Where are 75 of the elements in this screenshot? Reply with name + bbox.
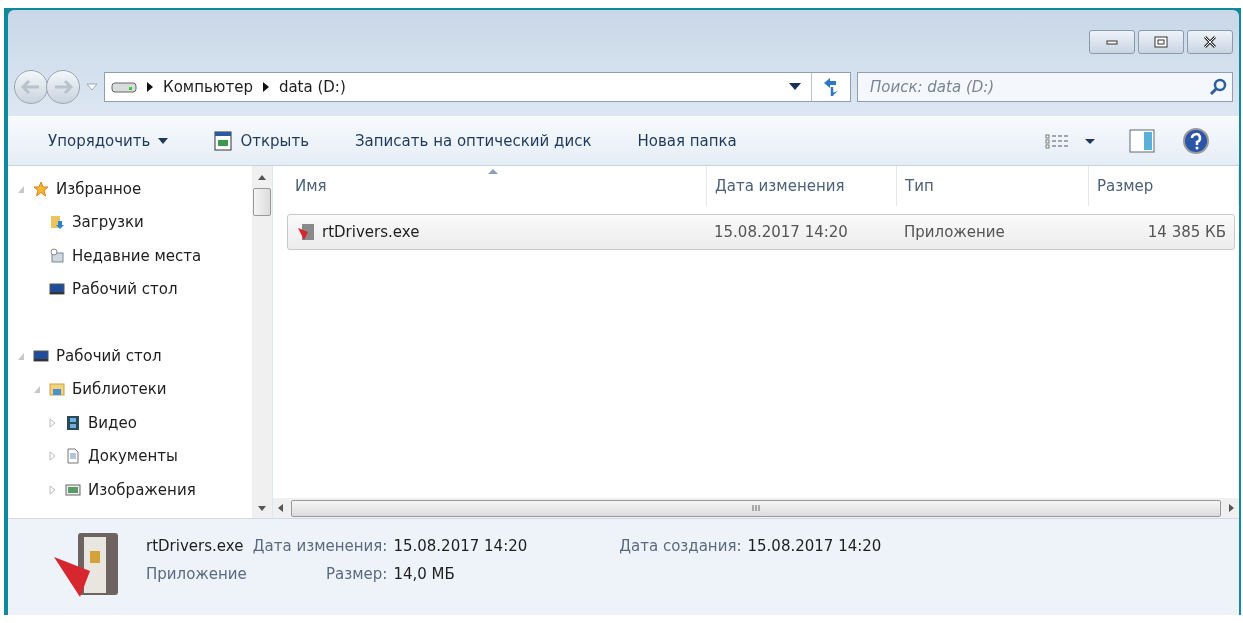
breadcrumb[interactable]: Компьютер — [163, 78, 253, 96]
file-name: rtDrivers.exe — [322, 223, 420, 241]
field-value: 15.08.2017 14:20 — [393, 537, 528, 555]
column-header[interactable]: Дата изменения — [707, 166, 897, 206]
table-cell-text: Приложение — [903, 223, 1006, 241]
column-header[interactable]: Тип — [897, 166, 1089, 206]
close-icon — [1203, 35, 1217, 49]
scroll-up-icon[interactable] — [257, 174, 267, 182]
preview-pane-icon[interactable] — [1129, 129, 1155, 153]
file-name: rtDrivers.exe — [146, 537, 245, 555]
scroll-right-icon[interactable] — [1227, 503, 1235, 513]
scroll-thumb[interactable] — [253, 188, 271, 216]
vertical-scrollbar[interactable] — [252, 166, 272, 518]
toolbar-button[interactable]: Записать на оптический диск — [355, 128, 592, 154]
field-value: 14,0 МБ — [393, 565, 456, 583]
scroll-down-icon[interactable] — [257, 504, 267, 512]
caret-icon — [158, 138, 169, 144]
search-field[interactable]: Поиск: data (D:) — [857, 72, 1233, 102]
document-icon — [64, 448, 82, 465]
star-icon — [32, 180, 50, 197]
image-icon — [64, 481, 82, 498]
breadcrumb[interactable]: data (D:) — [278, 78, 346, 96]
toolbar-button[interactable]: Новая папка — [637, 128, 737, 154]
sort-arrow-icon — [487, 168, 499, 174]
scroll-left-icon[interactable] — [277, 503, 285, 513]
tree-item[interactable]: Изображения — [88, 480, 196, 499]
chevron-icon — [262, 82, 269, 92]
maximize-icon — [1154, 36, 1168, 48]
collapsed-arrow-icon[interactable] — [49, 417, 57, 428]
column-header[interactable]: Размер — [1089, 166, 1239, 206]
maximize-button[interactable] — [1138, 30, 1184, 54]
field-label: Дата изменения: — [252, 537, 388, 555]
chevron-icon — [147, 82, 153, 92]
file-type: Приложение — [146, 565, 247, 583]
table-cell-text: 14 385 КБ — [1146, 223, 1227, 241]
window-icon — [214, 131, 233, 151]
field-label: Размер: — [325, 565, 388, 583]
drive-icon — [111, 81, 137, 93]
tree-item[interactable]: Рабочий стол — [56, 346, 162, 365]
help-icon[interactable] — [1183, 128, 1209, 154]
tree-item[interactable]: Недавние места — [72, 246, 202, 265]
minimize-button[interactable] — [1089, 30, 1135, 54]
tree-item[interactable]: Документы — [88, 447, 178, 466]
collapsed-arrow-icon[interactable] — [49, 484, 57, 495]
expanded-arrow-icon[interactable] — [33, 384, 41, 395]
desktop-icon — [32, 347, 50, 364]
dropdown-arrow-icon[interactable] — [789, 83, 801, 91]
address-bar[interactable]: Компьютер data (D:) — [104, 72, 851, 102]
minimize-icon — [1106, 39, 1118, 45]
field-value: 15.08.2017 14:20 — [747, 537, 882, 555]
close-button[interactable] — [1187, 30, 1233, 54]
collapsed-arrow-icon[interactable] — [49, 451, 57, 462]
right-arrow-icon — [53, 80, 73, 94]
tree-item[interactable]: Рабочий стол — [72, 280, 178, 299]
open-button[interactable]: Открыть — [214, 127, 309, 155]
video-icon — [64, 414, 82, 431]
organize-menu[interactable]: Упорядочить — [48, 128, 169, 154]
installer-icon — [296, 222, 316, 242]
field-label: Дата создания: — [619, 537, 742, 555]
grip-icon — [751, 504, 761, 512]
desktop-icon — [48, 281, 66, 298]
tree-item[interactable]: Загрузки — [72, 213, 144, 232]
table-cell-text: 15.08.2017 14:20 — [713, 223, 849, 241]
tree-item[interactable]: Библиотеки — [72, 380, 167, 399]
horizontal-scrollbar[interactable] — [273, 498, 1239, 518]
tree-item[interactable]: Видео — [88, 413, 137, 432]
recent-icon — [48, 247, 66, 264]
left-arrow-icon — [21, 80, 41, 94]
tree-item[interactable]: Избранное — [56, 179, 142, 198]
forward-button[interactable] — [46, 70, 80, 104]
back-button[interactable] — [14, 70, 48, 104]
file-row[interactable]: rtDrivers.exe 15.08.2017 14:20 Приложение 14 385 КБ — [287, 214, 1235, 250]
downloads-icon — [48, 214, 66, 231]
library-icon — [48, 381, 66, 398]
search-icon[interactable] — [1209, 78, 1227, 96]
